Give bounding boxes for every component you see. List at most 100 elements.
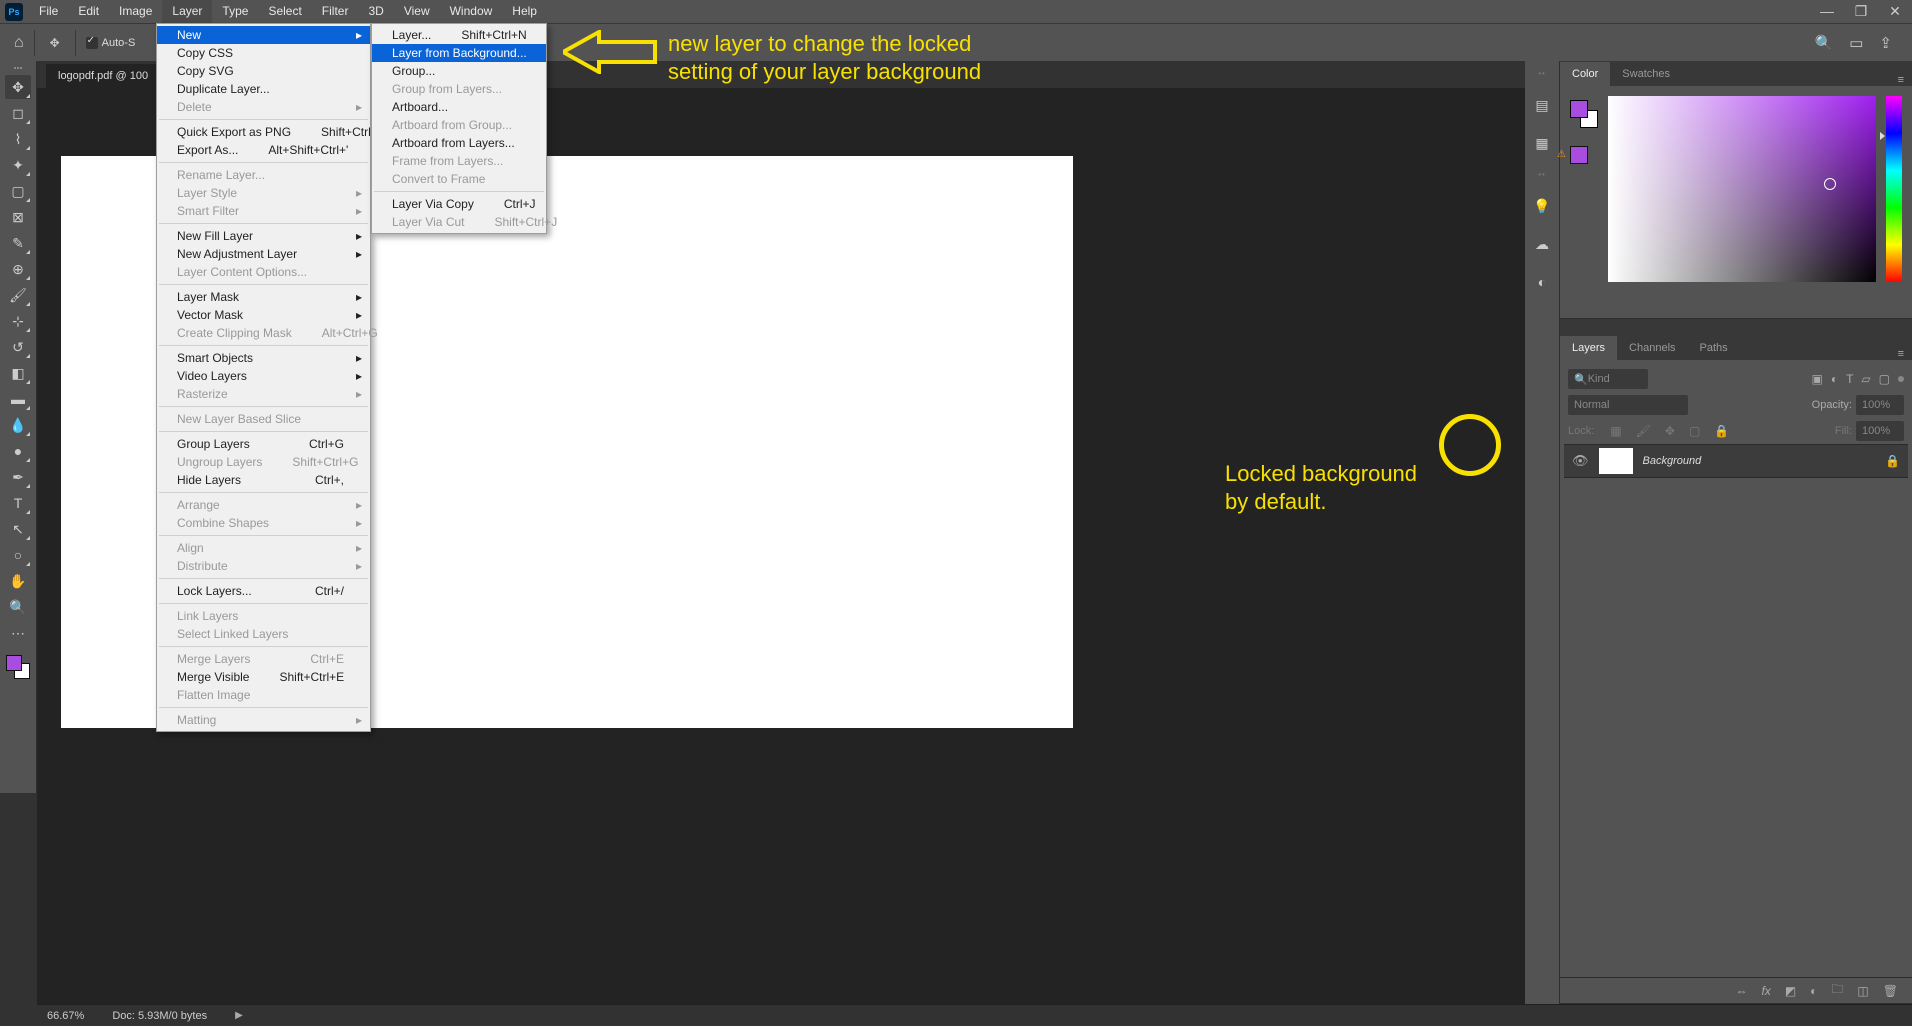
status-flyout-icon[interactable]: ▶ [235, 1010, 243, 1021]
lock-position-icon[interactable]: ✥ [1661, 424, 1679, 438]
healing-brush-tool[interactable]: ⊕ [5, 257, 31, 281]
auto-select-checkbox[interactable]: Auto-S [86, 37, 136, 49]
new-adjustment-icon[interactable]: ◐ [1810, 984, 1817, 998]
zoom-level[interactable]: 66.67% [47, 1010, 84, 1022]
layer-menu-copy-svg[interactable]: Copy SVG [157, 62, 370, 80]
out-of-gamut-swatch[interactable] [1570, 146, 1588, 164]
tab-channels[interactable]: Channels [1617, 336, 1687, 360]
color-picker-field[interactable] [1608, 96, 1876, 282]
panel-fgbg-swatch[interactable] [1570, 100, 1598, 128]
panel-menu-icon[interactable]: ≡ [1890, 348, 1912, 360]
libraries-panel-icon[interactable]: ☁ [1531, 233, 1553, 255]
layer-new-layer-from-background[interactable]: Layer from Background... [372, 44, 546, 62]
new-layer-icon[interactable]: ◫ [1857, 984, 1868, 998]
edit-toolbar[interactable]: ⋯ [5, 621, 31, 645]
document-size[interactable]: Doc: 5.93M/0 bytes [112, 1010, 207, 1022]
frame-tool[interactable]: ⊠ [5, 205, 31, 229]
maximize-button[interactable]: ❐ [1844, 3, 1878, 20]
layer-menu-duplicate-layer[interactable]: Duplicate Layer... [157, 80, 370, 98]
layer-menu-group-layers[interactable]: Group LayersCtrl+G [157, 435, 370, 453]
filter-type-icon[interactable]: T [1846, 372, 1853, 386]
toolbox-grip[interactable] [8, 67, 28, 71]
layer-new-artboard-from-layers[interactable]: Artboard from Layers... [372, 134, 546, 152]
share-icon[interactable]: ⇪ [1879, 34, 1892, 52]
history-panel-icon[interactable]: ▤ [1531, 94, 1553, 116]
workspace-icon[interactable]: ▭ [1849, 34, 1863, 52]
link-layers-icon[interactable]: ⇔ [1735, 984, 1747, 998]
history-brush-tool[interactable]: ↺ [5, 335, 31, 359]
menu-item-help[interactable]: Help [502, 0, 547, 23]
new-group-icon[interactable]: 🗀 [1831, 980, 1843, 1001]
marquee-tool[interactable]: ◻ [5, 101, 31, 125]
menu-item-file[interactable]: File [29, 0, 68, 23]
visibility-icon[interactable]: 👁 [1572, 453, 1589, 469]
fill-field[interactable]: 100% [1856, 421, 1904, 441]
layer-new-group[interactable]: Group... [372, 62, 546, 80]
panel-menu-icon[interactable]: ≡ [1890, 74, 1912, 86]
filter-kind-dropdown[interactable]: 🔍 Kind [1568, 369, 1648, 389]
layer-menu-layer-mask[interactable]: Layer Mask▸ [157, 288, 370, 306]
layer-menu-new-adjustment-layer[interactable]: New Adjustment Layer▸ [157, 245, 370, 263]
filter-shape-icon[interactable]: ▱ [1861, 372, 1870, 386]
tab-swatches[interactable]: Swatches [1610, 62, 1682, 86]
layer-menu-export-as[interactable]: Export As...Alt+Shift+Ctrl+' [157, 141, 370, 159]
crop-tool[interactable]: ▢ [5, 179, 31, 203]
tab-color[interactable]: Color [1560, 62, 1610, 86]
blur-tool[interactable]: 💧 [5, 413, 31, 437]
hue-slider[interactable] [1886, 96, 1902, 282]
eraser-tool[interactable]: ◧ [5, 361, 31, 385]
shape-tool[interactable]: ○ [5, 543, 31, 567]
move-tool[interactable]: ✥ [5, 75, 31, 99]
menu-item-window[interactable]: Window [440, 0, 503, 23]
filter-smart-icon[interactable]: ▢ [1879, 372, 1890, 386]
menu-item-view[interactable]: View [394, 0, 440, 23]
path-selection-tool[interactable]: ↖ [5, 517, 31, 541]
search-icon[interactable]: 🔍 [1815, 34, 1834, 52]
lock-icon[interactable]: 🔒 [1885, 454, 1900, 468]
document-tab[interactable]: logopdf.pdf @ 100 [46, 64, 161, 88]
lock-pixels-icon[interactable]: ▦ [1606, 424, 1625, 438]
menu-item-edit[interactable]: Edit [68, 0, 109, 23]
blend-mode-dropdown[interactable]: Normal [1568, 395, 1688, 415]
layer-style-icon[interactable]: fx [1761, 984, 1770, 998]
properties-panel-icon[interactable]: ▦ [1531, 132, 1553, 154]
menu-item-3d[interactable]: 3D [358, 0, 393, 23]
move-tool-indicator[interactable]: ✥ [45, 33, 65, 53]
close-button[interactable]: ✕ [1878, 3, 1912, 20]
type-tool[interactable]: T [5, 491, 31, 515]
tab-layers[interactable]: Layers [1560, 336, 1617, 360]
lock-brush-icon[interactable]: 🖌 [1632, 424, 1655, 438]
clone-stamp-tool[interactable]: ⊹ [5, 309, 31, 333]
adjustments-panel-icon[interactable]: ◐ [1531, 271, 1553, 293]
layer-menu-smart-objects[interactable]: Smart Objects▸ [157, 349, 370, 367]
tab-paths[interactable]: Paths [1688, 336, 1740, 360]
layer-new-layer[interactable]: Layer...Shift+Ctrl+N [372, 26, 546, 44]
hand-tool[interactable]: ✋ [5, 569, 31, 593]
layer-menu-copy-css[interactable]: Copy CSS [157, 44, 370, 62]
dodge-tool[interactable]: ● [5, 439, 31, 463]
layer-menu-new-fill-layer[interactable]: New Fill Layer▸ [157, 227, 370, 245]
layer-menu-vector-mask[interactable]: Vector Mask▸ [157, 306, 370, 324]
menu-item-layer[interactable]: Layer [162, 0, 212, 23]
layer-new-layer-via-copy[interactable]: Layer Via CopyCtrl+J [372, 195, 546, 213]
brush-tool[interactable]: 🖌 [5, 283, 31, 307]
gradient-tool[interactable]: ▬ [5, 387, 31, 411]
layer-menu-video-layers[interactable]: Video Layers▸ [157, 367, 370, 385]
zoom-tool[interactable]: 🔍 [5, 595, 31, 619]
layer-mask-icon[interactable]: ◩ [1785, 984, 1796, 998]
menu-item-filter[interactable]: Filter [312, 0, 359, 23]
foreground-background-swatch[interactable] [4, 653, 32, 681]
menu-item-select[interactable]: Select [258, 0, 311, 23]
strip-grip[interactable]: •• [1530, 69, 1554, 78]
menu-item-type[interactable]: Type [212, 0, 258, 23]
lock-all-icon[interactable]: 🔒 [1710, 424, 1733, 438]
pen-tool[interactable]: ✒ [5, 465, 31, 489]
menu-item-image[interactable]: Image [109, 0, 162, 23]
learn-panel-icon[interactable]: 💡 [1531, 195, 1553, 217]
layer-menu-new[interactable]: New▸ [157, 26, 370, 44]
filter-adjust-icon[interactable]: ◐ [1831, 372, 1838, 386]
lasso-tool[interactable]: ⌇ [5, 127, 31, 151]
eyedropper-tool[interactable]: ✎ [5, 231, 31, 255]
layer-menu-hide-layers[interactable]: Hide LayersCtrl+, [157, 471, 370, 489]
delete-layer-icon[interactable]: 🗑 [1883, 984, 1898, 998]
